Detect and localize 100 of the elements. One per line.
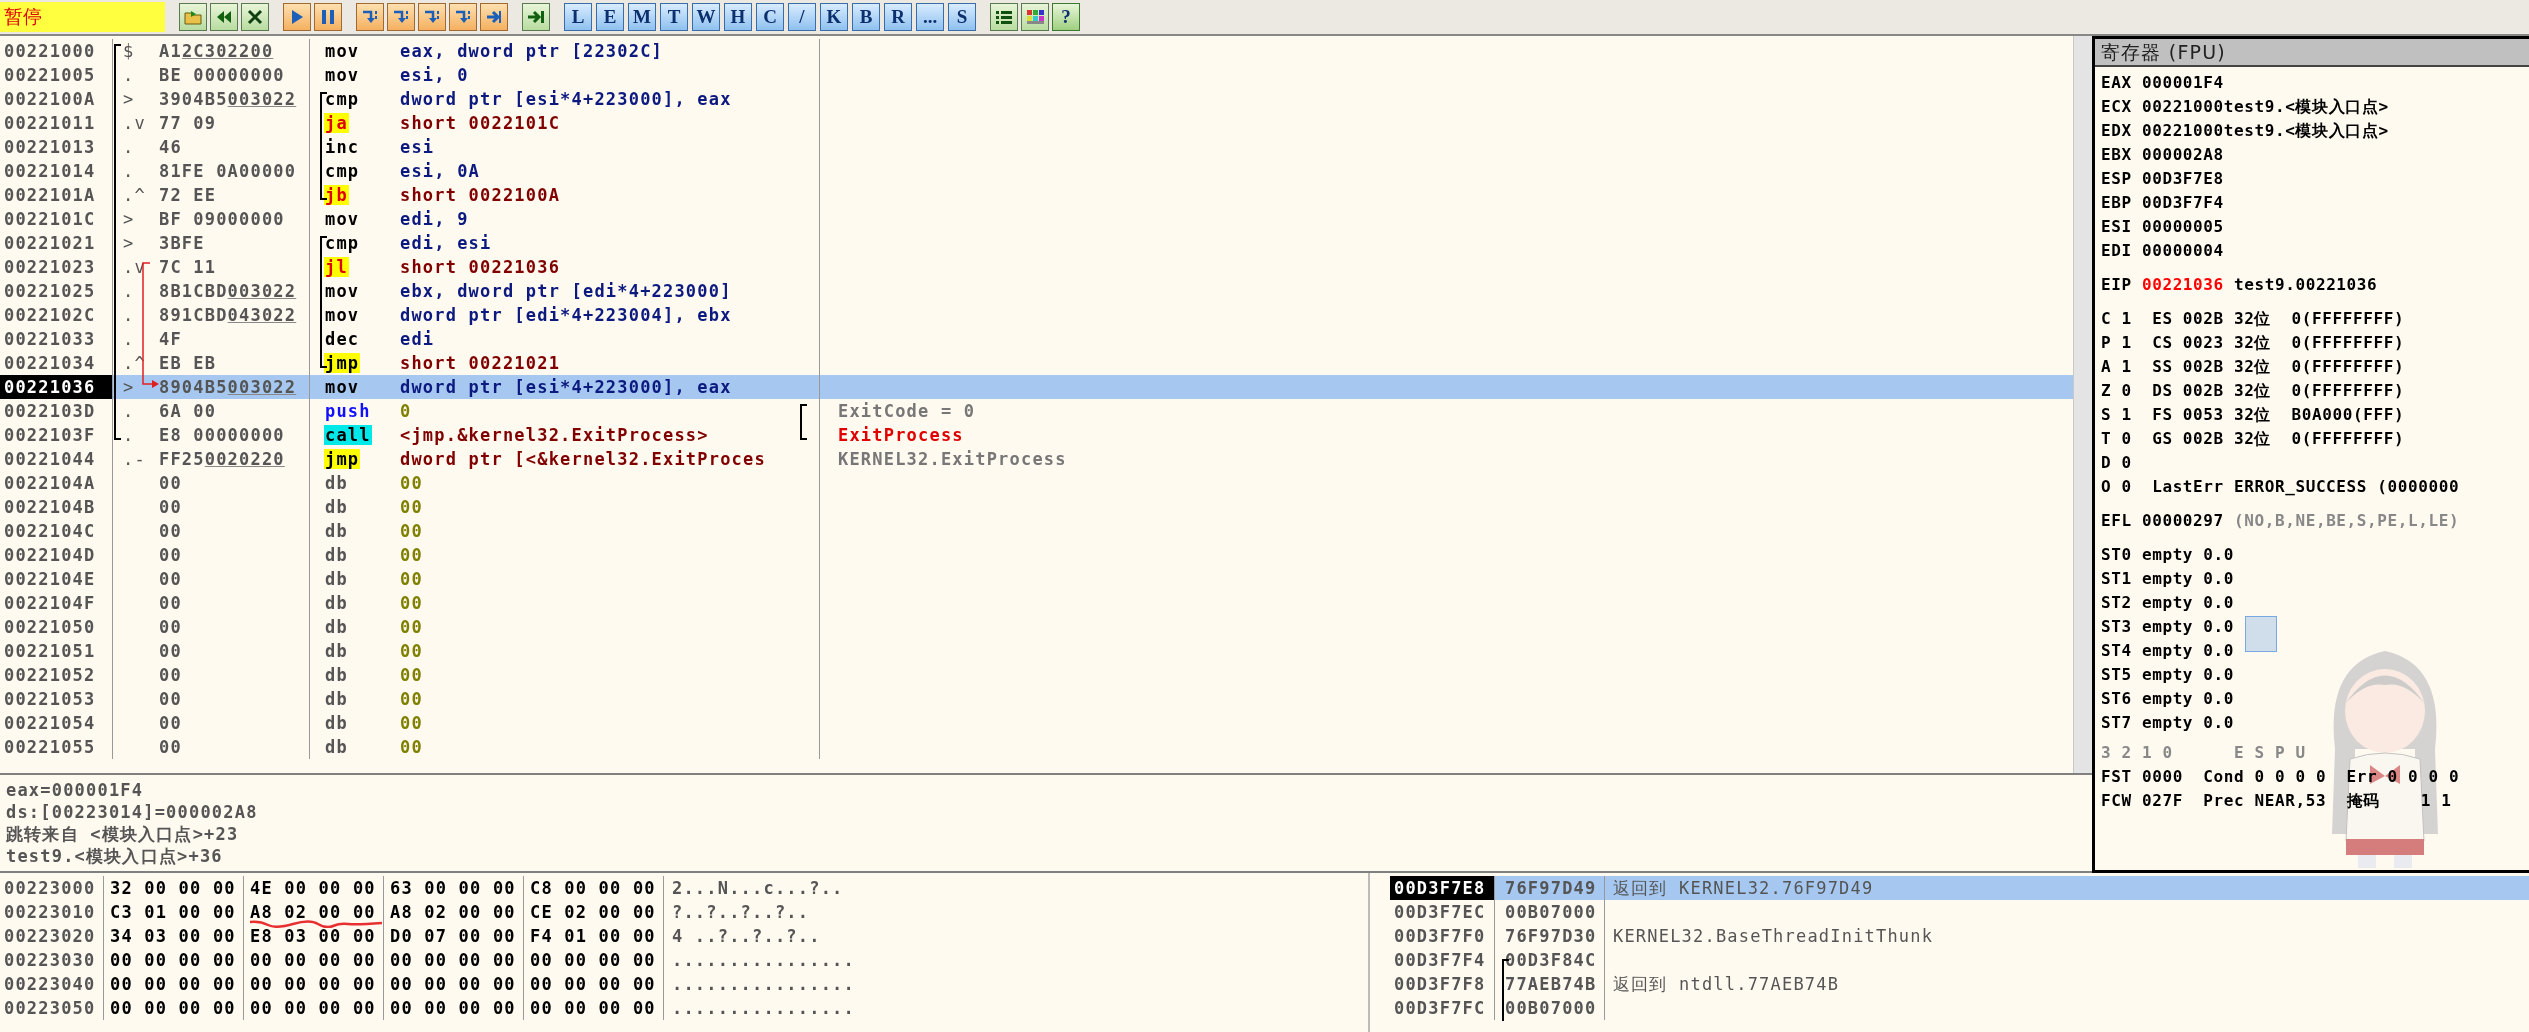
toolbar-button[interactable] bbox=[418, 3, 446, 31]
stack-row[interactable]: 00D3F7F8 77AEB74B 返回到 ntdll.77AEB74B bbox=[1390, 972, 2529, 996]
operand-text: 00 bbox=[400, 497, 423, 517]
code-row[interactable]: 00221011 .v 77 09 ja short 0022101C bbox=[0, 111, 2073, 135]
mnemonic-text: mov bbox=[324, 209, 361, 229]
code-row[interactable]: 00221055 00 db 00 bbox=[0, 735, 2073, 759]
hex-cell: CE 02 00 00 bbox=[530, 902, 656, 922]
register-line: EDX 00221000test9.<模块入口点> bbox=[2101, 120, 2389, 142]
toolbar-button[interactable] bbox=[449, 3, 477, 31]
stack-row[interactable]: 00D3F7F0 76F97D30 KERNEL32.BaseThreadInitThunk bbox=[1390, 924, 2529, 948]
window-button[interactable]: ... bbox=[916, 3, 944, 31]
mnemonic-text: push bbox=[324, 401, 372, 421]
mnemonic-text: jmp bbox=[324, 353, 361, 373]
code-row[interactable]: 00221013 . 46 inc esi bbox=[0, 135, 2073, 159]
toolbar-button[interactable] bbox=[356, 3, 384, 31]
hex-cell: EB EB bbox=[159, 353, 217, 373]
comment-text: KERNEL32.BaseThreadInitThunk bbox=[1613, 926, 1934, 946]
register-line: ECX 00221000test9.<模块入口点> bbox=[2101, 96, 2389, 118]
status-field: 暂停 bbox=[0, 2, 165, 32]
register-line: EDI 00000004 bbox=[2101, 240, 2224, 262]
ascii-cell: ................ bbox=[672, 974, 855, 994]
code-row[interactable]: 0022104A 00 db 00 bbox=[0, 471, 2073, 495]
code-row[interactable]: 00221014 . 81FE 0A00000 cmp esi, 0A bbox=[0, 159, 2073, 183]
code-row[interactable]: 0022103F . E8 00000000 call <jmp.&kernel32.ExitProcess> ExitProcess bbox=[0, 423, 2073, 447]
code-row[interactable]: 0022104D 00 db 00 bbox=[0, 543, 2073, 567]
mnemonic-text: db bbox=[324, 593, 349, 613]
fpu-line: ST0 empty 0.0 bbox=[2101, 544, 2235, 566]
window-button[interactable]: H bbox=[724, 3, 752, 31]
window-button[interactable]: T bbox=[660, 3, 688, 31]
code-row[interactable]: 00221051 00 db 00 bbox=[0, 639, 2073, 663]
mnemonic-text: cmp bbox=[324, 89, 361, 109]
window-button[interactable]: S bbox=[948, 3, 976, 31]
code-row[interactable]: 0022101C > BF 09000000 mov edi, 9 bbox=[0, 207, 2073, 231]
code-row[interactable]: 0022104E 00 db 00 bbox=[0, 567, 2073, 591]
operand-text: dword ptr [<&kernel32.ExitProces bbox=[400, 449, 766, 469]
stack-row[interactable]: 00D3F7EC 00B07000 bbox=[1390, 900, 2529, 924]
scrollbar[interactable] bbox=[2073, 36, 2092, 773]
stack-row[interactable]: 00D3F7F4 00D3F84C bbox=[1390, 948, 2529, 972]
code-row[interactable]: 0022103D . 6A 00 push 0 ExitCode = 0 bbox=[0, 399, 2073, 423]
code-row[interactable]: 00221025 . 8B1CBD003022 mov ebx, dword ptr [edi*4+223000] bbox=[0, 279, 2073, 303]
value-cell: 77AEB74B bbox=[1495, 972, 1605, 996]
operand-text: esi, 0A bbox=[400, 161, 481, 181]
code-row[interactable]: 00221021 > 3BFE cmp edi, esi bbox=[0, 231, 2073, 255]
stack-row[interactable]: 00D3F7E8 76F97D49 返回到 KERNEL32.76F97D49 bbox=[1390, 876, 2529, 900]
close-icon bbox=[245, 8, 265, 26]
hex-cell: E8 00000000 bbox=[159, 425, 285, 445]
info-text: ds:[00223014]=000002A8 bbox=[6, 801, 258, 823]
fpu-line: ST4 empty 0.0 bbox=[2101, 640, 2235, 662]
operand-text: short 00221036 bbox=[400, 257, 561, 277]
code-row[interactable]: 0022104F 00 db 00 bbox=[0, 591, 2073, 615]
mnemonic-text: db bbox=[324, 713, 349, 733]
window-button[interactable]: W bbox=[692, 3, 720, 31]
hex-cell: 46 bbox=[159, 137, 182, 157]
window-button[interactable]: M bbox=[628, 3, 656, 31]
hex-cell: A8 02 00 00 bbox=[390, 902, 516, 922]
hex-cell: BF 09000000 bbox=[159, 209, 285, 229]
operand-text: <jmp.&kernel32.ExitProcess> bbox=[400, 425, 709, 445]
window-button[interactable]: R bbox=[884, 3, 912, 31]
code-row[interactable]: 00221000 $ A12C302200 mov eax, dword ptr [22302C] bbox=[0, 39, 2073, 63]
code-row[interactable]: 0022104C 00 db 00 bbox=[0, 519, 2073, 543]
code-row[interactable]: 00221036 > 8904B5003022 mov dword ptr [esi*4+223000], eax bbox=[0, 375, 2073, 399]
flag-line: P 1 CS 0023 32位 0(FFFFFFFF) bbox=[2101, 332, 2405, 354]
window-button[interactable]: K bbox=[820, 3, 848, 31]
code-row[interactable]: 00221044 .- FF250020220 jmp dword ptr [<&kernel32.ExitProces KERNEL32.ExitProcess bbox=[0, 447, 2073, 471]
toolbar-button[interactable] bbox=[210, 3, 238, 31]
stack-row[interactable]: 00D3F7FC 00B07000 bbox=[1390, 996, 2529, 1020]
window-button[interactable]: C bbox=[756, 3, 784, 31]
code-row[interactable]: 00221005 . BE 00000000 mov esi, 0 bbox=[0, 63, 2073, 87]
fpu-line: ST3 empty 0.0 bbox=[2101, 616, 2235, 638]
flag-line: Z 0 DS 002B 32位 0(FFFFFFFF) bbox=[2101, 380, 2405, 402]
value-cell: 00D3F84C bbox=[1495, 948, 1605, 972]
toolbar-button[interactable] bbox=[387, 3, 415, 31]
code-row[interactable]: 00221053 00 db 00 bbox=[0, 687, 2073, 711]
window-button[interactable]: L bbox=[564, 3, 592, 31]
toolbar-button[interactable] bbox=[480, 3, 508, 31]
operand-text: 0 bbox=[400, 401, 412, 421]
toolbar-button[interactable] bbox=[1021, 3, 1049, 31]
register-line: EAX 000001F4 bbox=[2101, 72, 2224, 94]
jump-mark: . bbox=[123, 281, 135, 301]
toolbar-button[interactable] bbox=[522, 3, 550, 31]
code-row[interactable]: 0022102C . 891CBD043022 mov dword ptr [edi*4+223004], ebx bbox=[0, 303, 2073, 327]
address-cell: 00221036 bbox=[0, 375, 113, 399]
code-row[interactable]: 00221052 00 db 00 bbox=[0, 663, 2073, 687]
code-row[interactable]: 0022100A > 3904B5003022 cmp dword ptr [esi*4+223000], eax bbox=[0, 87, 2073, 111]
jump-mark: .^ bbox=[123, 185, 146, 205]
code-row[interactable]: 0022104B 00 db 00 bbox=[0, 495, 2073, 519]
jump-mark: . bbox=[123, 305, 135, 325]
toolbar-button[interactable] bbox=[241, 3, 269, 31]
toolbar-button[interactable] bbox=[990, 3, 1018, 31]
window-button[interactable]: E bbox=[596, 3, 624, 31]
toolbar-button[interactable] bbox=[283, 3, 311, 31]
toolbar-button[interactable] bbox=[314, 3, 342, 31]
window-button[interactable]: / bbox=[788, 3, 816, 31]
window-button[interactable]: B bbox=[852, 3, 880, 31]
code-row[interactable]: 00221054 00 db 00 bbox=[0, 711, 2073, 735]
hex-cell: 00 00 00 00 bbox=[530, 998, 656, 1018]
code-row[interactable]: 00221050 00 db 00 bbox=[0, 615, 2073, 639]
help-button[interactable]: ? bbox=[1052, 3, 1080, 31]
code-row[interactable]: 0022101A .^ 72 EE jb short 0022100A bbox=[0, 183, 2073, 207]
code-row[interactable]: 00221033 . 4F dec edi bbox=[0, 327, 2073, 351]
